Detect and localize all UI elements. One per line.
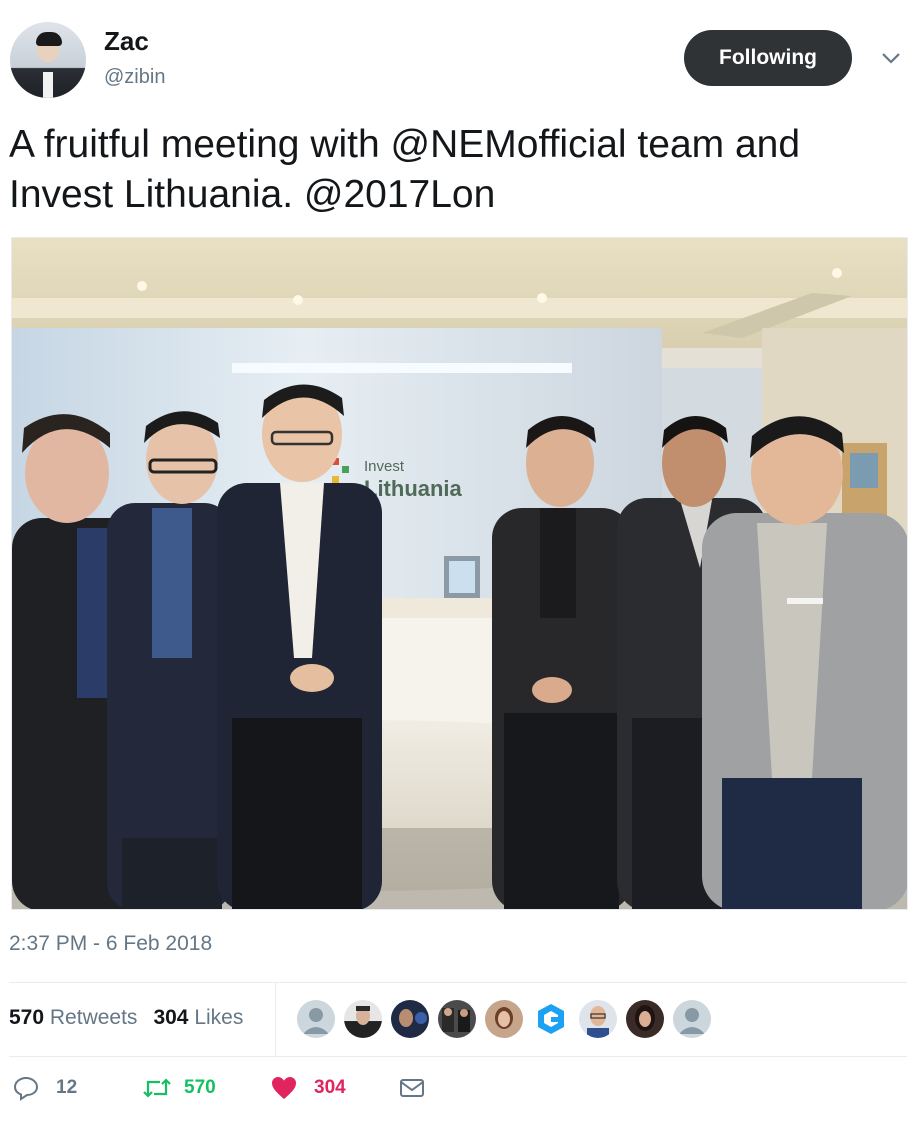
envelope-icon xyxy=(400,1079,424,1097)
retweet-icon xyxy=(143,1078,171,1098)
liker-avatar[interactable] xyxy=(579,1000,617,1038)
avatar[interactable] xyxy=(10,22,86,98)
user-name[interactable]: Zac xyxy=(104,26,149,57)
likes-count: 304 xyxy=(153,1006,189,1029)
engagement-stats: 570 Retweets 304 Likes xyxy=(9,1006,243,1030)
liker-avatar[interactable] xyxy=(438,1000,476,1038)
reply-icon xyxy=(13,1076,39,1101)
liker-avatar[interactable] xyxy=(626,1000,664,1038)
retweets-count: 570 xyxy=(9,1006,45,1029)
chevron-down-icon[interactable] xyxy=(878,48,904,68)
tweet-header: Zac @zibin Following xyxy=(0,0,918,110)
default-avatar-icon[interactable] xyxy=(297,1000,335,1038)
reply-count: 12 xyxy=(56,1077,78,1098)
likes-stat[interactable]: 304 Likes xyxy=(153,1006,243,1030)
brand-logo-icon[interactable] xyxy=(532,1000,570,1038)
liker-avatar[interactable] xyxy=(485,1000,523,1038)
divider xyxy=(9,982,907,983)
retweet-action[interactable]: 570 xyxy=(142,1074,216,1102)
reply-action[interactable]: 12 xyxy=(12,1074,77,1102)
photo-sign-lithuania: Lithuania xyxy=(364,476,463,501)
like-action[interactable]: 304 xyxy=(270,1074,346,1102)
following-button[interactable]: Following xyxy=(684,30,852,86)
photo-sign-invest: Invest xyxy=(364,458,405,475)
user-handle[interactable]: @zibin xyxy=(104,66,165,89)
divider xyxy=(9,1056,907,1057)
liker-avatars xyxy=(297,1000,711,1038)
retweets-stat[interactable]: 570 Retweets xyxy=(9,1006,137,1030)
tweet-photo[interactable]: Invest Lithuania xyxy=(11,237,908,910)
likes-label: Likes xyxy=(194,1006,244,1029)
default-avatar-icon[interactable] xyxy=(673,1000,711,1038)
direct-message-action[interactable] xyxy=(398,1074,426,1102)
tweet-actions: 12 570 304 xyxy=(12,1074,512,1108)
liker-avatar[interactable] xyxy=(391,1000,429,1038)
liker-avatar[interactable] xyxy=(344,1000,382,1038)
tweet-text: A fruitful meeting with @NEMofficial tea… xyxy=(9,123,801,216)
heart-icon xyxy=(272,1077,296,1099)
stats-separator xyxy=(275,982,276,1056)
tweet-timestamp[interactable]: 2:37 PM - 6 Feb 2018 xyxy=(9,932,212,956)
retweets-label: Retweets xyxy=(49,1006,138,1029)
like-count: 304 xyxy=(314,1077,346,1098)
retweet-count: 570 xyxy=(184,1077,216,1098)
